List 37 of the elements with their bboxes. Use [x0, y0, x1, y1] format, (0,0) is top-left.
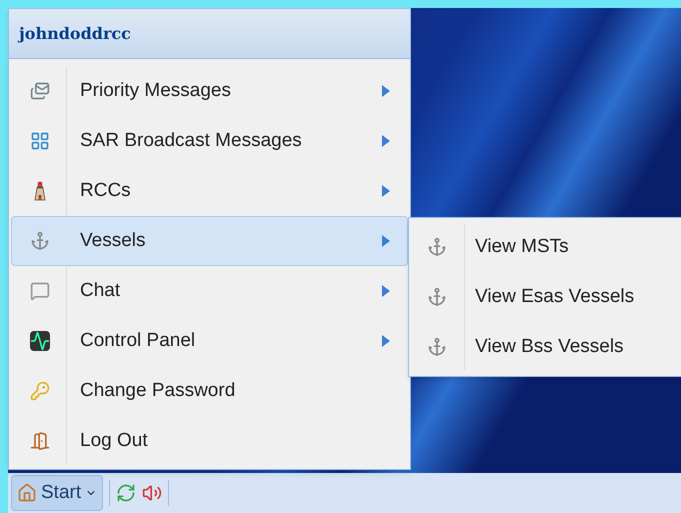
menu-item[interactable]: Priority Messages	[11, 66, 408, 116]
anchor-icon	[426, 237, 446, 257]
menu-item-icon	[30, 281, 50, 301]
speaker-icon[interactable]	[142, 483, 162, 503]
menu-item[interactable]: Control Panel	[11, 316, 408, 366]
submenu-item[interactable]: View MSTs	[409, 222, 681, 272]
anchor-icon	[426, 337, 446, 357]
menu-item-icon	[30, 331, 50, 351]
menu-item-label: SAR Broadcast Messages	[80, 128, 303, 153]
menu-item[interactable]: Log Out	[11, 416, 408, 466]
menu-item[interactable]: Change Password	[11, 366, 408, 416]
user-name: johndoddrcc	[19, 22, 131, 44]
menu-item-label: Control Panel	[80, 328, 196, 353]
submenu-item[interactable]: View Bss Vessels	[409, 322, 681, 372]
menu-item-icon	[30, 431, 50, 451]
menu-item-label: RCCs	[80, 178, 132, 203]
submenu-item[interactable]: View Esas Vessels	[409, 272, 681, 322]
anchor-icon	[426, 287, 446, 307]
submenu-item-label: View MSTs	[475, 234, 569, 259]
menu-item-icon	[30, 81, 50, 101]
menu-item-icon	[30, 231, 50, 251]
submenu-item-label: View Esas Vessels	[475, 284, 634, 309]
refresh-icon[interactable]	[116, 483, 136, 503]
menu-item[interactable]: SAR Broadcast Messages	[11, 116, 408, 166]
start-button[interactable]: Start	[11, 475, 104, 511]
menu-item-label: Log Out	[80, 428, 149, 453]
menu-item-icon	[30, 381, 50, 401]
menu-item[interactable]: Chat	[11, 266, 408, 316]
menu-item-label: Change Password	[80, 378, 236, 403]
menu-item[interactable]: RCCs	[11, 166, 408, 216]
menu-item-label: Priority Messages	[80, 78, 232, 103]
house-icon	[17, 483, 37, 503]
menu-item-icon	[30, 131, 50, 151]
menu-item[interactable]: Vessels	[11, 216, 408, 266]
submenu-item-label: View Bss Vessels	[475, 334, 624, 359]
menu-item-label: Chat	[80, 278, 122, 303]
menu-item-label: Vessels	[80, 228, 146, 253]
